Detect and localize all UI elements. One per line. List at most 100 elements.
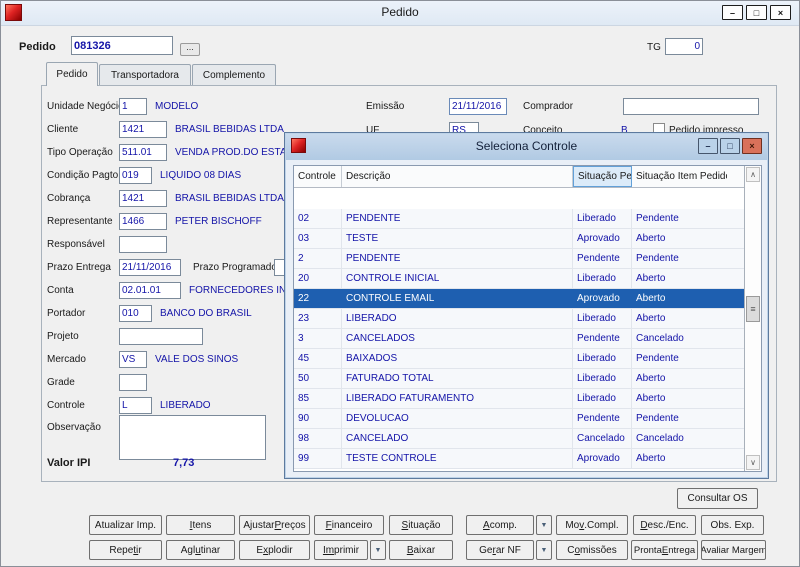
controle-input[interactable] <box>119 397 152 414</box>
tab-transportadora[interactable]: Transportadora <box>99 64 191 85</box>
column-header-situacao-item-pedido[interactable]: Situação Item Pedido <box>632 166 727 187</box>
desc-enc-button[interactable]: Desc./Enc. <box>633 515 696 535</box>
observacao-textarea[interactable] <box>119 415 266 460</box>
acomp-button[interactable]: Acomp. <box>466 515 534 535</box>
repetir-button[interactable]: Repetir <box>89 540 162 560</box>
cell-descricao: CANCELADO <box>342 429 573 448</box>
comissoes-button[interactable]: Comissões <box>556 540 628 560</box>
cell-controle: 85 <box>294 389 342 408</box>
comprador-input[interactable] <box>623 98 759 115</box>
table-row[interactable]: 90 DEVOLUCAO Pendente Pendente <box>294 409 761 429</box>
dialog-maximize-button[interactable]: □ <box>720 138 740 154</box>
cobranca-input[interactable] <box>119 190 167 207</box>
conta-input[interactable] <box>119 282 181 299</box>
projeto-input[interactable] <box>119 328 203 345</box>
dialog-close-button[interactable]: × <box>742 138 762 154</box>
cell-situacao-item: Pendente <box>632 349 727 368</box>
main-titlebar[interactable]: Pedido – □ × <box>1 1 799 26</box>
obs-exp-button[interactable]: Obs. Exp. <box>701 515 764 535</box>
cell-situacao-pedido: Aprovado <box>573 449 632 468</box>
cell-situacao-item: Aberto <box>632 229 727 248</box>
cliente-input[interactable] <box>119 121 167 138</box>
valor-ipi-label: Valor IPI <box>47 457 90 469</box>
unidade-negocio-input[interactable] <box>119 98 147 115</box>
pedido-number-label: Pedido <box>19 41 56 53</box>
table-row[interactable]: 45 BAIXADOS Liberado Pendente <box>294 349 761 369</box>
consultar-os-button[interactable]: Consultar OS <box>677 488 758 509</box>
mercado-label: Mercado <box>47 354 86 365</box>
pedido-window: Pedido – □ × Pedido ... TG Pedido Transp… <box>0 0 800 567</box>
column-header-descricao[interactable]: Descrição <box>342 166 573 187</box>
itens-button[interactable]: Itens <box>166 515 235 535</box>
baixar-button[interactable]: Baixar <box>389 540 453 560</box>
close-button[interactable]: × <box>770 5 791 20</box>
dialog-minimize-button[interactable]: – <box>698 138 718 154</box>
acomp-dropdown-icon[interactable]: ▼ <box>536 515 552 535</box>
unidade-negocio-label: Unidade Negócio <box>47 101 124 112</box>
table-scrollbar[interactable]: ∧ ≡ ∨ <box>744 166 761 471</box>
condicao-pagto-input[interactable] <box>119 167 152 184</box>
atualizar-imp-button[interactable]: Atualizar Imp. <box>89 515 162 535</box>
table-row[interactable]: 20 CONTROLE INICIAL Liberado Aberto <box>294 269 761 289</box>
imprimir-dropdown-icon[interactable]: ▼ <box>370 540 386 560</box>
table-row[interactable]: 3 CANCELADOS Pendente Cancelado <box>294 329 761 349</box>
cell-situacao-item: Aberto <box>632 449 727 468</box>
projeto-label: Projeto <box>47 331 79 342</box>
mercado-input[interactable] <box>119 351 147 368</box>
cell-controle: 03 <box>294 229 342 248</box>
table-row[interactable]: 50 FATURADO TOTAL Liberado Aberto <box>294 369 761 389</box>
dialog-titlebar[interactable]: Seleciona Controle – □ × <box>286 134 767 160</box>
avaliar-margem-button[interactable]: Avaliar Margem <box>701 540 766 560</box>
financeiro-button[interactable]: Financeiro <box>314 515 384 535</box>
condicao-pagto-label: Condição Pagto. <box>47 170 121 181</box>
table-row[interactable]: 03 TESTE Aprovado Aberto <box>294 229 761 249</box>
maximize-button[interactable]: □ <box>746 5 767 20</box>
gerar-nf-button[interactable]: Gerar NF <box>466 540 534 560</box>
prazo-entrega-input[interactable] <box>119 259 181 276</box>
representante-input[interactable] <box>119 213 167 230</box>
table-row[interactable]: 02 PENDENTE Liberado Pendente <box>294 209 761 229</box>
portador-input[interactable] <box>119 305 152 322</box>
mov-compl-button[interactable]: Mov.Compl. <box>556 515 628 535</box>
table-row[interactable]: 85 LIBERADO FATURAMENTO Liberado Aberto <box>294 389 761 409</box>
tg-label: TG <box>647 42 661 53</box>
tg-input[interactable] <box>665 38 703 55</box>
cell-descricao: CONTROLE INICIAL <box>342 269 573 288</box>
tab-pedido[interactable]: Pedido <box>46 62 98 86</box>
tab-complemento[interactable]: Complemento <box>192 64 276 85</box>
column-header-controle[interactable]: Controle <box>294 166 342 187</box>
column-header-situacao-pedido[interactable]: Situação Pedido <box>573 166 632 187</box>
pedido-browse-button[interactable]: ... <box>180 43 200 56</box>
table-row[interactable]: 99 TESTE CONTROLE Aprovado Aberto <box>294 449 761 469</box>
valor-ipi-value: 7,73 <box>173 457 194 469</box>
table-row[interactable]: 2 PENDENTE Pendente Pendente <box>294 249 761 269</box>
table-filter-gap <box>294 188 761 209</box>
grade-input[interactable] <box>119 374 147 391</box>
portador-label: Portador <box>47 308 85 319</box>
table-row[interactable]: 98 CANCELADO Cancelado Cancelado <box>294 429 761 449</box>
situacao-button[interactable]: Situação <box>389 515 453 535</box>
seleciona-controle-dialog: Seleciona Controle – □ × Controle Descri… <box>284 132 769 479</box>
unidade-negocio-desc: MODELO <box>155 101 198 112</box>
cell-controle: 98 <box>294 429 342 448</box>
cell-controle: 20 <box>294 269 342 288</box>
pedido-number-input[interactable] <box>71 36 173 55</box>
minimize-button[interactable]: – <box>722 5 743 20</box>
responsavel-input[interactable] <box>119 236 167 253</box>
ajustar-precos-button[interactable]: Ajustar Preços <box>239 515 310 535</box>
observacao-label: Observação <box>47 422 101 433</box>
scroll-thumb[interactable]: ≡ <box>746 296 760 322</box>
gerar-nf-dropdown-icon[interactable]: ▼ <box>536 540 552 560</box>
tipo-operacao-input[interactable] <box>119 144 167 161</box>
cell-descricao: TESTE <box>342 229 573 248</box>
table-row-selected[interactable]: 22 CONTROLE EMAIL Aprovado Aberto <box>294 289 761 309</box>
imprimir-button[interactable]: Imprimir <box>314 540 368 560</box>
emissao-label: Emissão <box>366 101 404 112</box>
scroll-down-icon[interactable]: ∨ <box>746 455 760 470</box>
explodir-button[interactable]: Explodir <box>239 540 310 560</box>
table-row[interactable]: 23 LIBERADO Liberado Aberto <box>294 309 761 329</box>
scroll-up-icon[interactable]: ∧ <box>746 167 760 182</box>
aglutinar-button[interactable]: Aglutinar <box>166 540 235 560</box>
emissao-input[interactable] <box>449 98 507 115</box>
pronta-entrega-button[interactable]: Pronta Entrega <box>631 540 698 560</box>
